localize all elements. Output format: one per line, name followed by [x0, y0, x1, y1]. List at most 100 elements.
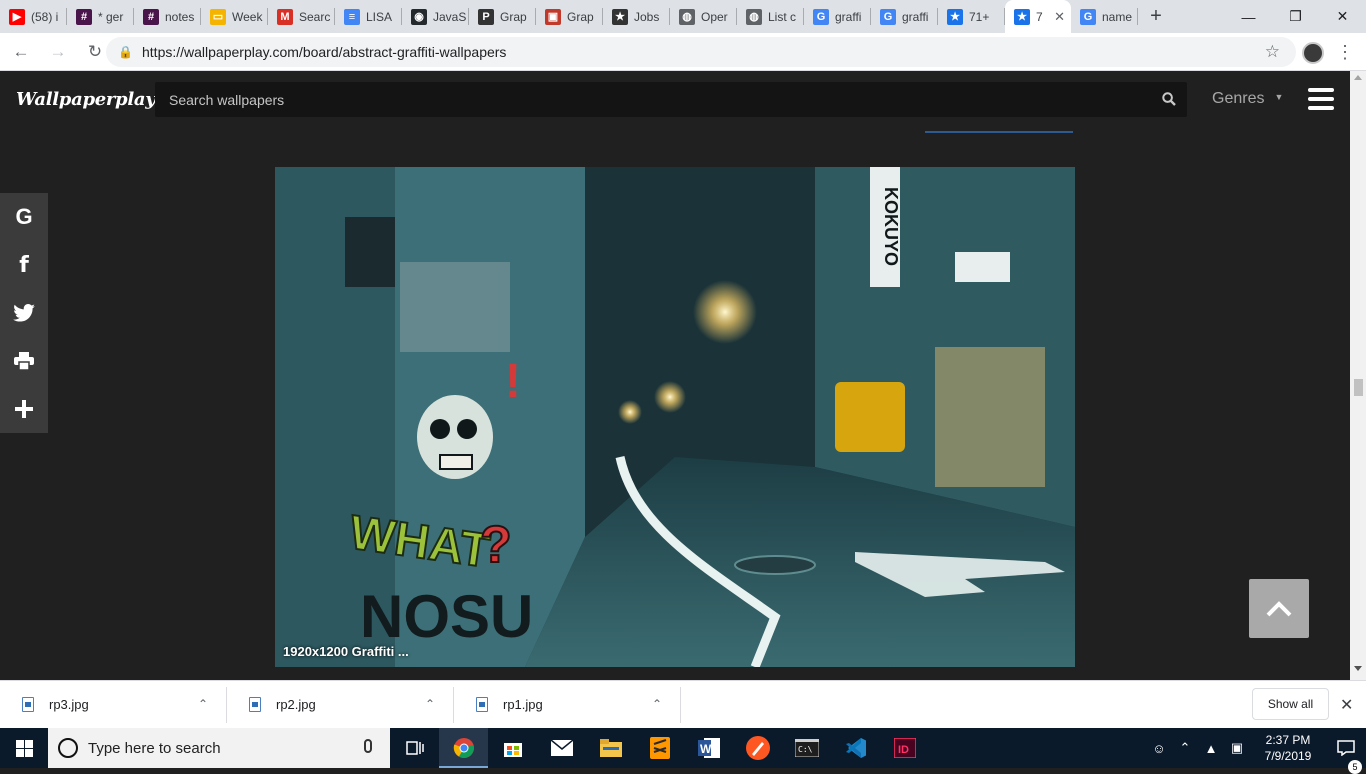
browser-tab[interactable]: # * ger: [67, 0, 134, 33]
task-view-icon[interactable]: [390, 728, 439, 768]
close-window-button[interactable]: ✕: [1319, 0, 1366, 33]
cortana-icon: [58, 738, 78, 758]
lock-icon: 🔒: [118, 45, 133, 59]
site-logo[interactable]: Wallpaperplay: [16, 89, 156, 110]
star-icon: ★: [947, 8, 963, 25]
sublime-text-icon[interactable]: [635, 728, 684, 768]
file-explorer-icon[interactable]: [586, 728, 635, 768]
twitter-icon[interactable]: [0, 289, 48, 337]
svg-text:KOKUYO: KOKUYO: [881, 187, 901, 266]
browser-tab[interactable]: M Searc: [268, 0, 335, 33]
tab-title: * ger: [98, 9, 124, 24]
maximize-button[interactable]: ❐: [1272, 0, 1319, 33]
browser-tab[interactable]: Ggraffi: [804, 0, 871, 33]
taskbar-search[interactable]: Type here to search: [48, 728, 390, 768]
extension-icon[interactable]: [1302, 42, 1324, 64]
download-item[interactable]: rp2.jpg ⌃: [227, 686, 454, 723]
facebook-icon[interactable]: f: [0, 241, 48, 289]
site-search: [155, 82, 1187, 117]
svg-text:C:\: C:\: [798, 745, 813, 754]
draw-app-icon[interactable]: [733, 728, 782, 768]
windows-taskbar: Type here to search W C:\ ID ☺ ⌃ ▲ ▣ 2:3…: [0, 728, 1366, 774]
share-sidebar: G f: [0, 193, 48, 433]
globe-icon: ◍: [746, 8, 762, 25]
scroll-thumb[interactable]: [1354, 379, 1363, 396]
chevron-up-icon[interactable]: ⌃: [652, 697, 662, 711]
browser-tab[interactable]: ▭ Week: [201, 0, 268, 33]
new-tab-button[interactable]: +: [1138, 0, 1174, 33]
tab-title: 7: [1036, 9, 1043, 24]
battery-icon[interactable]: ▣: [1224, 740, 1250, 756]
bookmark-star-icon[interactable]: ☆: [1265, 42, 1280, 62]
minimize-button[interactable]: —: [1225, 0, 1272, 33]
browser-tab[interactable]: ★ 7 ✕: [1005, 0, 1071, 33]
tab-title: Oper: [701, 9, 728, 24]
mail-icon[interactable]: [537, 728, 586, 768]
image-file-icon: [22, 697, 34, 712]
chevron-up-icon[interactable]: ⌃: [425, 697, 435, 711]
terminal-icon[interactable]: C:\: [782, 728, 831, 768]
notification-center-icon[interactable]: 5: [1326, 740, 1366, 774]
download-item[interactable]: rp3.jpg ⌃: [0, 686, 227, 723]
browser-tab[interactable]: ◍ Oper: [670, 0, 737, 33]
chevron-up-icon[interactable]: ⌃: [198, 697, 208, 711]
tab-title: Searc: [299, 9, 331, 24]
browser-tab[interactable]: ★ 71+: [938, 0, 1005, 33]
download-filename: rp1.jpg: [503, 697, 543, 712]
browser-tab[interactable]: ≡ LISA: [335, 0, 402, 33]
page-scrollbar[interactable]: [1350, 71, 1366, 680]
download-item[interactable]: rp1.jpg ⌃: [454, 686, 681, 723]
word-icon[interactable]: W: [684, 728, 733, 768]
taskbar-search-placeholder: Type here to search: [88, 739, 221, 757]
clock[interactable]: 2:37 PM 7/9/2019: [1250, 732, 1326, 764]
indesign-icon[interactable]: ID: [880, 728, 929, 768]
caret-down-icon: ▼: [1274, 92, 1284, 102]
close-tab-icon[interactable]: ✕: [1054, 9, 1065, 25]
genres-dropdown[interactable]: Genres ▼: [1212, 90, 1283, 108]
system-tray: ☺ ⌃ ▲ ▣ 2:37 PM 7/9/2019 5: [1146, 728, 1366, 774]
back-button[interactable]: ←: [5, 36, 37, 68]
google-icon[interactable]: G: [0, 193, 48, 241]
search-icon[interactable]: [1162, 92, 1176, 106]
close-icon[interactable]: ✕: [1340, 695, 1353, 715]
print-icon[interactable]: [0, 337, 48, 385]
browser-tab[interactable]: ▣ Grap: [536, 0, 603, 33]
back-to-top-button[interactable]: [1249, 579, 1309, 638]
scroll-down-arrow[interactable]: [1354, 666, 1362, 671]
show-all-button[interactable]: Show all: [1252, 688, 1329, 720]
scroll-up-arrow[interactable]: [1354, 75, 1362, 80]
tab-title: notes: [165, 9, 195, 24]
browser-tab[interactable]: ◉ JavaS: [402, 0, 469, 33]
plus-icon[interactable]: [0, 385, 48, 433]
people-icon[interactable]: ☺: [1146, 741, 1172, 756]
chevron-up-icon: [1266, 600, 1292, 616]
chrome-icon[interactable]: [439, 728, 488, 768]
vscode-icon[interactable]: [831, 728, 880, 768]
browser-menu-button[interactable]: ⋮: [1336, 41, 1354, 65]
browser-tab[interactable]: Ggraffi: [871, 0, 938, 33]
tab-title: List c: [768, 9, 797, 24]
network-icon[interactable]: ▲: [1198, 741, 1224, 756]
notification-badge: 5: [1348, 760, 1362, 774]
browser-tab[interactable]: Gname: [1071, 0, 1138, 33]
chevron-up-icon[interactable]: ⌃: [1172, 740, 1198, 756]
address-bar[interactable]: 🔒 https://wallpaperplay.com/board/abstra…: [106, 37, 1296, 67]
hamburger-menu-icon[interactable]: [1308, 88, 1334, 110]
download-shelf: rp3.jpg ⌃ rp2.jpg ⌃ rp1.jpg ⌃ Show all ✕: [0, 680, 1366, 728]
windows-start-icon[interactable]: [0, 728, 48, 768]
store-icon[interactable]: [488, 728, 537, 768]
slides-icon: ▭: [210, 8, 226, 25]
section-underline: [925, 131, 1073, 133]
search-input[interactable]: [155, 82, 1155, 117]
browser-tab[interactable]: # notes: [134, 0, 201, 33]
docs-icon: ≡: [344, 8, 360, 25]
wallpaper-image[interactable]: WHAT ? ! NOSU KOKUYO 1920x1200 Graffiti …: [275, 167, 1075, 667]
browser-tab[interactable]: ◍ List c: [737, 0, 804, 33]
browser-tab[interactable]: ▶ (58) i: [0, 0, 67, 33]
browser-tab[interactable]: P Grap: [469, 0, 536, 33]
browser-tab[interactable]: ★ Jobs: [603, 0, 670, 33]
tab-title: LISA: [366, 9, 393, 24]
microphone-icon[interactable]: [364, 739, 372, 753]
forward-button[interactable]: →: [42, 36, 74, 68]
tab-title: name: [1102, 9, 1133, 24]
